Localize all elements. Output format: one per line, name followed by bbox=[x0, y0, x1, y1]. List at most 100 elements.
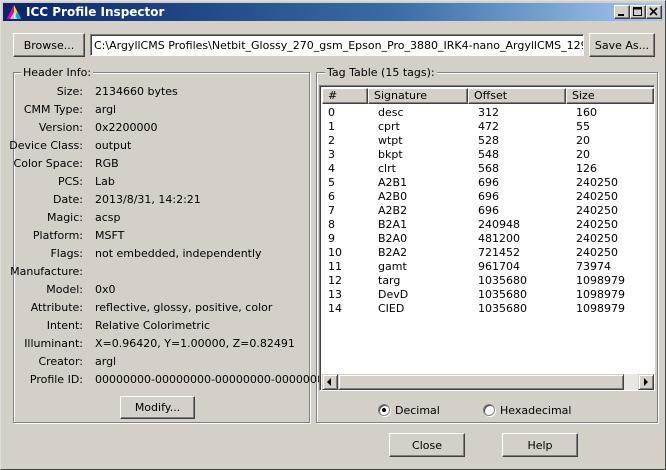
table-row[interactable]: 0 desc 312 160 bbox=[322, 106, 638, 120]
tag-offset-cell: 721452 bbox=[478, 246, 520, 259]
column-header-index[interactable]: # bbox=[322, 88, 368, 104]
header-field-row: Magic: acsp bbox=[13, 211, 303, 229]
table-row[interactable]: 13 DevD 1035680 1098979 bbox=[322, 288, 638, 302]
header-field-label: Profile ID: bbox=[29, 373, 83, 386]
scroll-left-button[interactable] bbox=[322, 374, 338, 390]
header-field-label: Version: bbox=[38, 121, 83, 134]
header-field-label: PCS: bbox=[57, 175, 83, 188]
tag-signature-cell: clrt bbox=[378, 162, 396, 175]
header-field-label: Magic: bbox=[46, 211, 83, 224]
tag-index-cell: 2 bbox=[328, 134, 335, 147]
table-row[interactable]: 4 clrt 568 126 bbox=[322, 162, 638, 176]
header-field-value: 00000000-00000000-00000000-00000000 bbox=[95, 373, 331, 386]
header-field-label: Creator: bbox=[38, 355, 83, 368]
header-field-value: acsp bbox=[95, 211, 121, 224]
tag-size-cell: 55 bbox=[576, 120, 590, 133]
header-field-label: Attribute: bbox=[30, 301, 83, 314]
help-button[interactable]: Help bbox=[502, 433, 578, 457]
tag-size-cell: 126 bbox=[576, 162, 597, 175]
tag-index-cell: 5 bbox=[328, 176, 335, 189]
tag-table-title: Tag Table (15 tags): bbox=[325, 66, 437, 79]
scroll-thumb[interactable] bbox=[338, 374, 624, 390]
column-header-signature[interactable]: Signature bbox=[368, 88, 468, 104]
tag-size-cell: 240250 bbox=[576, 246, 618, 259]
header-field-label: CMM Type: bbox=[23, 103, 83, 116]
minimize-icon bbox=[618, 14, 624, 16]
tag-size-cell: 1098979 bbox=[576, 274, 625, 287]
tag-index-cell: 14 bbox=[328, 302, 342, 315]
table-row[interactable]: 1 cprt 472 55 bbox=[322, 120, 638, 134]
tag-offset-cell: 1035680 bbox=[478, 274, 527, 287]
header-field-row: Model: 0x0 bbox=[13, 283, 303, 301]
table-row[interactable]: 2 wtpt 528 20 bbox=[322, 134, 638, 148]
header-field-row: Device Class: output bbox=[9, 139, 303, 157]
header-field-row: Platform: MSFT bbox=[13, 229, 303, 247]
table-row[interactable]: 9 B2A0 481200 240250 bbox=[322, 232, 638, 246]
tag-signature-cell: bkpt bbox=[378, 148, 403, 161]
tag-signature-cell: B2A1 bbox=[378, 218, 408, 231]
tag-list[interactable]: # Signature Offset Size 0 desc 312 160 1 cprt… bbox=[319, 85, 655, 391]
tag-signature-cell: DevD bbox=[378, 288, 409, 301]
table-row[interactable]: 12 targ 1035680 1098979 bbox=[322, 274, 638, 288]
header-field-row: PCS: Lab bbox=[13, 175, 303, 193]
header-field-row: CMM Type: argl bbox=[13, 103, 303, 121]
table-row[interactable]: 3 bkpt 548 20 bbox=[322, 148, 638, 162]
decimal-radio[interactable] bbox=[378, 404, 390, 416]
horizontal-scrollbar[interactable] bbox=[322, 374, 654, 390]
minimize-button[interactable] bbox=[614, 5, 630, 19]
hexadecimal-radio-label[interactable]: Hexadecimal bbox=[500, 404, 571, 417]
header-field-row: Illuminant: X=0.96420, Y=1.00000, Z=0.824… bbox=[13, 337, 303, 355]
tag-offset-cell: 696 bbox=[478, 176, 499, 189]
tag-size-cell: 240250 bbox=[576, 176, 618, 189]
tag-signature-cell: A2B0 bbox=[378, 190, 408, 203]
close-window-button[interactable] bbox=[646, 5, 662, 19]
tag-size-cell: 240250 bbox=[576, 190, 618, 203]
header-field-label: Device Class: bbox=[9, 139, 83, 152]
header-field-value: output bbox=[95, 139, 132, 152]
tag-size-cell: 240250 bbox=[576, 218, 618, 231]
header-field-row: Attribute: reflective, glossy, positive, … bbox=[13, 301, 303, 319]
header-field-value: Lab bbox=[95, 175, 115, 188]
header-field-value: Relative Colorimetric bbox=[95, 319, 211, 332]
table-row[interactable]: 10 B2A2 721452 240250 bbox=[322, 246, 638, 260]
profile-path-field[interactable]: C:\ArgyllCMS Profiles\Netbit_Glossy_270_… bbox=[90, 34, 584, 56]
save-as-button[interactable]: Save As... bbox=[589, 33, 655, 57]
table-row[interactable]: 14 CIED 1035680 1098979 bbox=[322, 302, 638, 316]
close-button[interactable]: Close bbox=[389, 433, 465, 457]
header-field-label: Model: bbox=[46, 283, 83, 296]
header-field-value: not embedded, independently bbox=[95, 247, 262, 260]
column-header-size[interactable]: Size bbox=[566, 88, 654, 104]
header-field-value: 0x0 bbox=[95, 283, 116, 296]
table-row[interactable]: 5 A2B1 696 240250 bbox=[322, 176, 638, 190]
modify-button[interactable]: Modify... bbox=[120, 396, 195, 419]
header-field-value: X=0.96420, Y=1.00000, Z=0.82491 bbox=[95, 337, 295, 350]
scroll-right-button[interactable] bbox=[638, 374, 654, 390]
maximize-icon bbox=[633, 7, 642, 16]
decimal-radio-label[interactable]: Decimal bbox=[395, 404, 440, 417]
title-bar[interactable]: ICC Profile Inspector bbox=[3, 3, 663, 21]
tag-signature-cell: desc bbox=[378, 106, 404, 119]
column-header-offset[interactable]: Offset bbox=[468, 88, 566, 104]
maximize-button[interactable] bbox=[630, 5, 646, 19]
header-field-value: argl bbox=[95, 355, 117, 368]
table-row[interactable]: 8 B2A1 240948 240250 bbox=[322, 218, 638, 232]
tag-offset-cell: 528 bbox=[478, 134, 499, 147]
table-row[interactable]: 11 gamt 961704 73974 bbox=[322, 260, 638, 274]
header-field-value: reflective, glossy, positive, color bbox=[95, 301, 273, 314]
tag-offset-cell: 481200 bbox=[478, 232, 520, 245]
window-title: ICC Profile Inspector bbox=[26, 5, 165, 19]
header-field-label: Size: bbox=[56, 85, 83, 98]
table-row[interactable]: 7 A2B2 696 240250 bbox=[322, 204, 638, 218]
table-row[interactable]: 6 A2B0 696 240250 bbox=[322, 190, 638, 204]
header-field-row: Creator: argl bbox=[13, 355, 303, 373]
tag-offset-cell: 1035680 bbox=[478, 288, 527, 301]
browse-button[interactable]: Browse... bbox=[13, 33, 85, 57]
tag-index-cell: 10 bbox=[328, 246, 342, 259]
tag-signature-cell: CIED bbox=[378, 302, 405, 315]
header-field-row: Flags: not embedded, independently bbox=[13, 247, 303, 265]
tag-size-cell: 1098979 bbox=[576, 302, 625, 315]
tag-index-cell: 12 bbox=[328, 274, 342, 287]
tag-index-cell: 3 bbox=[328, 148, 335, 161]
hexadecimal-radio[interactable] bbox=[483, 404, 495, 416]
header-field-label: Date: bbox=[53, 193, 83, 206]
